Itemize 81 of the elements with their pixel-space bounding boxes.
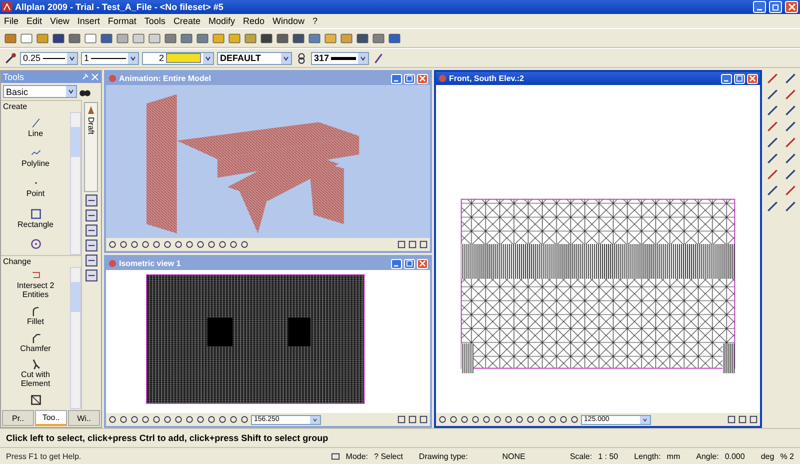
panel-tab[interactable]: Pr.. [2, 410, 34, 426]
tool-item[interactable]: Line [6, 116, 66, 138]
tool-item[interactable]: Rectangle [6, 208, 66, 229]
status-value: 0.000 [724, 452, 745, 460]
close-button[interactable] [417, 258, 428, 268]
restore-icon [772, 3, 780, 11]
menu-item[interactable]: File [4, 16, 19, 26]
panel-title: Tools [3, 72, 24, 82]
menu-item[interactable]: Edit [26, 16, 42, 26]
menu-item[interactable]: Insert [77, 16, 100, 26]
pen-thickness-dropdown[interactable]: 0.25 [20, 52, 78, 64]
viewport-icon [108, 259, 117, 268]
color-dropdown[interactable]: 2 [142, 52, 214, 64]
status-value: deg [760, 452, 774, 460]
viewport-title: Animation: Entire Model [119, 74, 211, 83]
maximize-button[interactable] [404, 74, 415, 84]
tool-item[interactable]: Fillet [6, 305, 66, 326]
status-label: Scale: [570, 452, 592, 460]
pattern-dropdown[interactable]: 317 [311, 52, 369, 64]
minimize-button[interactable] [391, 258, 402, 268]
help-text: Press F1 to get Help. [6, 452, 82, 460]
tool-item[interactable]: Cut with Element [6, 358, 66, 388]
section-title: Change [2, 256, 32, 266]
dropdown-arrow-icon[interactable] [310, 416, 320, 424]
viewport-icon [438, 74, 447, 83]
layer-dropdown[interactable]: DEFAULT [217, 52, 292, 64]
tool-item[interactable]: Point [6, 177, 66, 198]
maximize-icon [406, 75, 413, 82]
close-button[interactable] [747, 74, 758, 84]
maximize-button[interactable] [734, 74, 745, 84]
pin-icon[interactable] [81, 73, 89, 81]
status-label: Angle: [696, 452, 719, 460]
tool-item[interactable]: Intersect 2 Entities [6, 269, 66, 300]
status-value: ? Select [374, 452, 403, 460]
menu-item[interactable]: ? [312, 16, 318, 26]
scrollbar[interactable] [70, 266, 81, 409]
maximize-icon [406, 260, 413, 267]
menu-item[interactable]: Redo [242, 16, 264, 26]
circle-icon[interactable] [30, 238, 42, 250]
status-label: Drawing type: [418, 452, 468, 460]
status-value: mm [666, 452, 680, 460]
tool-item[interactable]: Chamfer [6, 332, 66, 353]
rectangle-icon [30, 208, 42, 220]
eyedropper-icon[interactable] [4, 52, 17, 64]
maximize-icon [736, 75, 743, 82]
square-cross-icon[interactable] [30, 394, 42, 406]
menu-item[interactable]: Modify [208, 16, 235, 26]
prompt-text: Click left to select, click+press Ctrl to add, click+press Shift to select group [6, 433, 328, 443]
panel-tab[interactable]: Wi.. [68, 410, 100, 426]
section-title: Create [2, 101, 28, 112]
viewport-icon [108, 74, 117, 83]
menu-item[interactable]: Format [108, 16, 136, 26]
menu-item[interactable]: Tools [144, 16, 166, 26]
app-logo-icon [2, 2, 12, 12]
panel-tab[interactable]: Too.. [35, 410, 67, 426]
minimize-button[interactable] [721, 74, 732, 84]
close-button[interactable] [417, 74, 428, 84]
minimize-button[interactable] [753, 1, 766, 13]
minimize-button[interactable] [391, 74, 402, 84]
scrollbar[interactable] [70, 112, 81, 254]
drafting-icon [86, 105, 96, 115]
category-dropdown[interactable]: Basic [3, 85, 77, 98]
restore-button[interactable] [769, 1, 782, 13]
viewport-title: Isometric view 1 [119, 259, 181, 268]
window-title: Allplan 2009 - Trial - Test_A_File - <No fileset> #5 [15, 2, 224, 12]
close-button[interactable] [785, 1, 798, 13]
menu-item[interactable]: Create [173, 16, 200, 26]
status-value: % 2 [780, 452, 794, 460]
status-label: Mode: [346, 452, 368, 460]
menu-item[interactable]: View [50, 16, 70, 26]
maximize-button[interactable] [404, 258, 415, 268]
viewport-title: Front, South Elev.:2 [449, 74, 524, 83]
status-value: 1 : 50 [598, 452, 618, 460]
status-label: Length: [634, 452, 661, 460]
status-value: NONE [501, 452, 526, 460]
draft-tab[interactable]: Draft [84, 102, 98, 192]
dropdown-arrow-icon[interactable] [640, 416, 650, 424]
line-icon [30, 116, 42, 129]
menu-item[interactable]: Window [272, 16, 304, 26]
tool-item[interactable]: Polyline [6, 146, 66, 168]
line-type-dropdown[interactable]: 1 [81, 52, 139, 64]
